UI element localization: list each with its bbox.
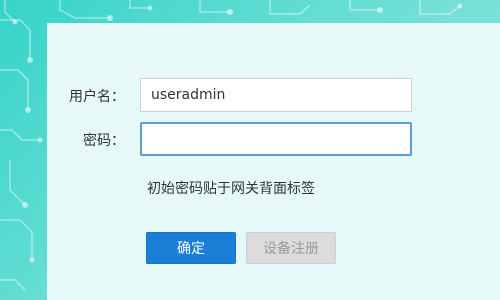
password-input[interactable] <box>140 122 412 156</box>
username-label: 用户名： <box>69 89 125 105</box>
username-input[interactable] <box>140 78 412 112</box>
password-label: 密码： <box>83 133 125 149</box>
password-hint: 初始密码贴于网关背面标签 <box>147 181 315 197</box>
device-register-button[interactable]: 设备注册 <box>246 232 336 264</box>
confirm-button[interactable]: 确定 <box>146 232 236 264</box>
